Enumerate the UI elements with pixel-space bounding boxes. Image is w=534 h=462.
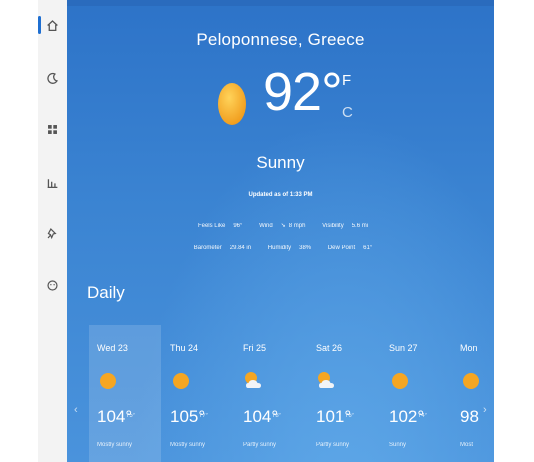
sun-icon (173, 373, 189, 389)
day-card[interactable]: Sat 26 101° 76° Partly sunny (308, 325, 380, 462)
updated-time: Updated as of 1:33 PM (248, 192, 313, 198)
day-condition: Mostly sunny (170, 442, 206, 448)
unit-fahrenheit-toggle[interactable]: F (342, 72, 351, 89)
daily-heading: Daily (87, 283, 125, 302)
day-low: 74° (418, 413, 428, 419)
chevron-left-icon[interactable]: ‹ (74, 404, 78, 416)
moon-icon (47, 72, 59, 84)
location-title: Peloponnese, Greece (196, 30, 365, 49)
day-label: Thu 24 (170, 343, 199, 353)
day-condition: Most (460, 442, 474, 448)
day-condition: Mostly sunny (97, 442, 133, 448)
day-low: 78° (272, 413, 282, 419)
left-margin (0, 0, 38, 462)
sun-icon (392, 373, 408, 389)
day-label: Sun 27 (389, 343, 418, 353)
day-card[interactable]: Wed 23 104° 75° Mostly sunny (89, 325, 161, 462)
partly-sunny-icon (245, 372, 261, 388)
sun-icon (218, 83, 246, 125)
day-label: Fri 25 (243, 343, 267, 353)
grid-icon (48, 124, 57, 134)
day-label: Sat 26 (316, 343, 343, 353)
partly-sunny-icon (318, 372, 334, 388)
wind: Wind ➘ 8 mph (259, 223, 306, 229)
weather-panel: Peloponnese, Greece 92° F C Sunny Update… (67, 0, 494, 462)
day-high: 98 (460, 407, 479, 426)
day-low: 77° (199, 413, 209, 419)
day-low: 76° (345, 413, 355, 419)
day-condition: Partly sunny (316, 442, 350, 448)
chart-icon (47, 178, 58, 188)
day-condition: Sunny (389, 442, 407, 448)
feels-like: Feels Like 96° (197, 223, 243, 229)
sun-icon (463, 373, 479, 389)
nav-news[interactable] (38, 268, 67, 302)
emoji-icon (47, 279, 58, 291)
day-card[interactable]: Thu 24 105° 77° Mostly sunny (162, 325, 234, 462)
day-card[interactable]: Sun 27 102° 74° Sunny (381, 325, 453, 462)
day-card[interactable]: Fri 25 104° 78° Partly sunny (235, 325, 307, 462)
navigation-rail (38, 0, 67, 462)
chevron-right-icon[interactable]: › (483, 404, 487, 416)
nav-maps[interactable] (38, 112, 67, 146)
day-low: 75° (126, 413, 136, 419)
wind-arrow-icon: ➘ (280, 223, 286, 229)
home-icon (47, 19, 58, 31)
current-temperature: 92° (263, 62, 343, 122)
nav-hourly[interactable] (38, 61, 67, 95)
dew-point: Dew Point 61° (327, 245, 373, 251)
visibility: Visibility 5.6 mi (322, 223, 369, 229)
sun-icon (100, 373, 116, 389)
right-margin (494, 0, 534, 462)
nav-historical[interactable] (38, 165, 67, 199)
barometer: Barometer 29.84 in (193, 245, 252, 251)
day-label: Wed 23 (97, 343, 128, 353)
day-label: Mon (460, 343, 478, 353)
details-row-1: Feels Like 96° Wind ➘ 8 mph Visibility 5.6 m… (67, 222, 494, 229)
header-strip (67, 0, 494, 6)
day-condition: Partly sunny (243, 442, 277, 448)
humidity: Humidity 38% (267, 245, 312, 251)
nav-home[interactable] (38, 8, 67, 42)
details-row-2: Barometer 29.84 in Humidity 38% Dew Point 6… (67, 245, 494, 251)
nav-places[interactable] (38, 216, 67, 250)
day-card[interactable]: Mon 98 Most (452, 325, 494, 462)
current-condition: Sunny (256, 153, 305, 172)
pin-icon (47, 227, 57, 239)
unit-celsius-toggle[interactable]: C (342, 104, 353, 121)
